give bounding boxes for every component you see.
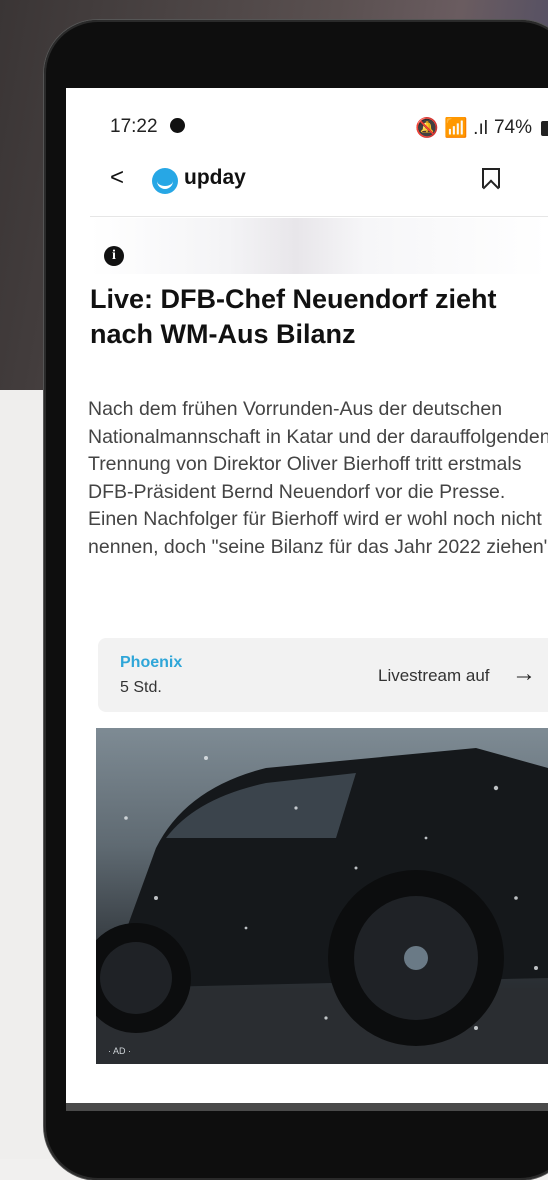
bookmark-icon[interactable]	[482, 168, 500, 188]
screen-bottom-edge	[66, 1103, 548, 1111]
source-name: Phoenix	[120, 654, 183, 671]
signal-icons: 🔕 📶 .ıl	[415, 118, 488, 139]
car-illustration	[96, 748, 548, 1064]
arrow-right-icon[interactable]: →	[512, 660, 536, 688]
source-card[interactable]: Phoenix 5 Std. Livestream auf →	[98, 638, 548, 712]
article-headline[interactable]: Live: DFB-Chef Neuendorf zieht nach WM-A…	[90, 282, 530, 352]
info-icon[interactable]: i	[104, 246, 124, 266]
livestream-link[interactable]: Livestream auf	[378, 666, 490, 686]
article-hero-image	[90, 218, 548, 274]
appbar-divider	[90, 216, 548, 217]
battery-icon	[541, 120, 548, 136]
screen: 17:22 🔕 📶 .ıl 74% < upday i Live: DFB-Ch…	[66, 88, 548, 1110]
app-logo-text: upday	[184, 166, 246, 189]
status-time: 17:22	[110, 116, 158, 137]
article-summary: Nach dem frühen Vorrunden-Aus der deutsc…	[88, 398, 548, 558]
ad-image[interactable]: · AD ·	[96, 728, 548, 1064]
back-button[interactable]: <	[110, 164, 124, 192]
ad-label: · AD ·	[108, 1046, 132, 1056]
status-indicators: 🔕 📶 .ıl 74%	[415, 116, 548, 140]
app-bar: < upday	[96, 154, 548, 206]
upday-logo-icon	[152, 168, 178, 194]
article-age: 5 Std.	[120, 679, 162, 696]
notification-dot-icon	[170, 118, 185, 133]
battery-percent: 74%	[493, 117, 532, 138]
status-bar: 17:22 🔕 📶 .ıl 74%	[110, 112, 548, 142]
